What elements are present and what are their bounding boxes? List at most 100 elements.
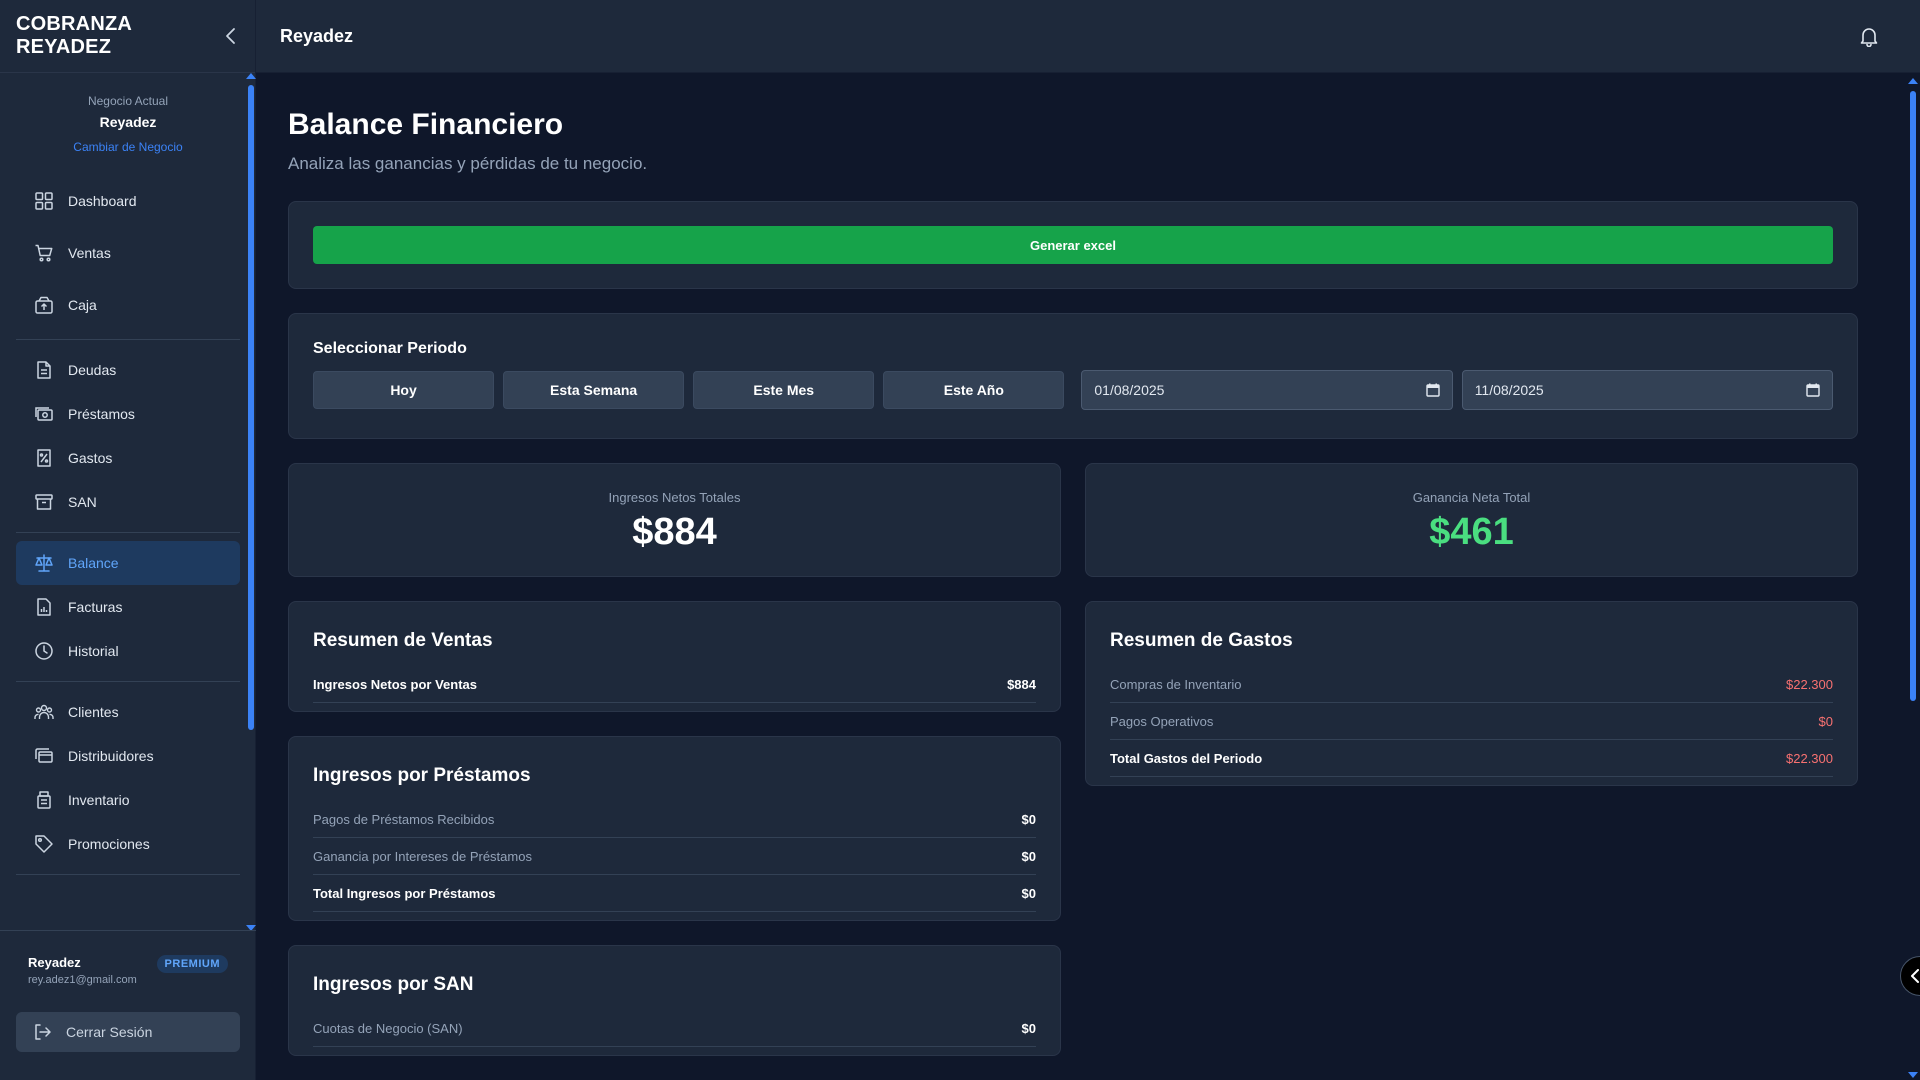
export-card: Generar excel [288, 201, 1858, 289]
sidebar-item-label: Inventario [68, 792, 130, 808]
sidebar-item-clientes[interactable]: Clientes [16, 690, 240, 734]
cards-icon [35, 748, 53, 763]
logout-icon [35, 1024, 51, 1040]
sidebar: COBRANZA REYADEZ Negocio Actual Reyadez … [0, 0, 256, 1080]
calendar-icon[interactable] [1806, 383, 1820, 397]
scale-icon [35, 554, 53, 572]
total-net-income-card: Ingresos Netos Totales $884 [288, 463, 1061, 577]
scroll-up-arrow-icon[interactable] [246, 73, 256, 79]
chevron-left-icon[interactable] [223, 27, 239, 45]
summary-row: Ganancia por Intereses de Préstamos $0 [313, 838, 1036, 875]
sidebar-item-deudas[interactable]: Deudas [16, 348, 240, 392]
clock-icon [35, 642, 53, 660]
sidebar-item-historial[interactable]: Historial [16, 629, 240, 673]
summary-row: Cuotas de Negocio (SAN) $0 [313, 1010, 1036, 1047]
sidebar-item-label: Préstamos [68, 406, 135, 422]
row-value: $0 [1021, 848, 1036, 864]
stat-value: $461 [1429, 511, 1514, 553]
sidebar-item-promociones[interactable]: Promociones [16, 822, 240, 866]
receipt-icon [37, 449, 51, 467]
main-scrollbar[interactable] [1906, 73, 1920, 1080]
sidebar-item-inventario[interactable]: Inventario [16, 778, 240, 822]
left-column: Ingresos Netos Totales $884 Resumen de V… [288, 463, 1061, 1056]
generate-excel-button[interactable]: Generar excel [313, 226, 1833, 264]
row-value: $0 [1818, 713, 1833, 729]
sidebar-item-label: Promociones [68, 836, 150, 852]
invoice-chart-icon [37, 598, 51, 616]
sidebar-item-dashboard[interactable]: Dashboard [16, 175, 240, 227]
sidebar-item-label: Historial [68, 643, 119, 659]
expenses-summary-card: Resumen de Gastos Compras de Inventario … [1085, 601, 1858, 786]
balance-grid: Ingresos Netos Totales $884 Resumen de V… [288, 463, 1858, 1056]
date-to-input[interactable]: 11/08/2025 [1461, 370, 1833, 410]
sidebar-scrollbar[interactable] [245, 73, 256, 931]
period-title: Seleccionar Periodo [313, 340, 467, 357]
sidebar-header: COBRANZA REYADEZ [0, 0, 255, 73]
summary-total-row: Total Gastos del Periodo $22.300 [1110, 740, 1833, 777]
grid-icon [35, 192, 53, 210]
sidebar-nav-finance: Deudas Préstamos Gastos SAN [0, 348, 256, 524]
sidebar-item-label: Balance [68, 555, 119, 571]
sidebar-footer: Reyadez rey.adez1@gmail.com PREMIUM Cerr… [0, 930, 256, 1080]
nav-divider [16, 681, 240, 682]
row-label: Pagos de Préstamos Recibidos [313, 811, 495, 827]
sidebar-item-prestamos[interactable]: Préstamos [16, 392, 240, 436]
sidebar-item-label: Dashboard [68, 193, 137, 209]
scrollbar-thumb[interactable] [248, 85, 254, 730]
sidebar-nav-reports: Balance Facturas Historial [0, 541, 256, 673]
nav-divider [16, 532, 240, 533]
brand-title: COBRANZA REYADEZ [16, 13, 132, 58]
calendar-icon[interactable] [1425, 383, 1440, 397]
change-business-link[interactable]: Cambiar de Negocio [73, 140, 182, 154]
san-income-card: Ingresos por SAN Cuotas de Negocio (SAN)… [288, 945, 1061, 1056]
sidebar-item-label: Ventas [68, 245, 111, 261]
scroll-down-arrow-icon[interactable] [1908, 1072, 1918, 1078]
sidebar-item-label: SAN [68, 494, 97, 510]
scroll-up-arrow-icon[interactable] [1908, 78, 1918, 84]
logout-label: Cerrar Sesión [66, 1024, 153, 1040]
date-to-value: 11/08/2025 [1474, 382, 1544, 398]
sidebar-item-label: Clientes [68, 704, 119, 720]
sidebar-item-gastos[interactable]: Gastos [16, 436, 240, 480]
stat-label: Ganancia Neta Total [1412, 490, 1531, 505]
period-this-week-button[interactable]: Esta Semana [503, 371, 685, 409]
summary-total-row: Total Ingresos por Préstamos $0 [313, 875, 1036, 912]
period-this-year-button[interactable]: Este Año [883, 371, 1065, 409]
bell-icon[interactable] [1858, 25, 1880, 47]
tag-icon [35, 835, 53, 853]
card-title: Resumen de Ventas [313, 630, 493, 651]
sidebar-item-balance[interactable]: Balance [16, 541, 240, 585]
sidebar-nav: Dashboard Ventas Caja [0, 175, 256, 331]
card-title: Resumen de Gastos [1110, 630, 1293, 651]
date-from-input[interactable]: 01/08/2025 [1081, 370, 1453, 410]
top-bar: Reyadez [256, 0, 1920, 73]
user-email: rey.adez1@gmail.com [28, 974, 137, 986]
sidebar-item-facturas[interactable]: Facturas [16, 585, 240, 629]
right-column: Ganancia Neta Total $461 Resumen de Gast… [1085, 463, 1858, 1056]
period-this-month-button[interactable]: Este Mes [693, 371, 875, 409]
sidebar-item-ventas[interactable]: Ventas [16, 227, 240, 279]
sidebar-item-san[interactable]: SAN [16, 480, 240, 524]
loans-income-card: Ingresos por Préstamos Pagos de Préstamo… [288, 736, 1061, 921]
document-icon [37, 361, 51, 379]
sidebar-item-distribuidores[interactable]: Distribuidores [16, 734, 240, 778]
logout-button[interactable]: Cerrar Sesión [16, 1012, 240, 1052]
row-value: $22.300 [1786, 676, 1833, 692]
scrollbar-thumb[interactable] [1910, 91, 1916, 701]
row-value: $0 [1021, 811, 1036, 827]
page-title: Balance Financiero [288, 108, 564, 141]
summary-row: Compras de Inventario $22.300 [1110, 666, 1833, 703]
card-title: Ingresos por SAN [313, 974, 474, 995]
users-icon [34, 704, 54, 719]
period-controls: Hoy Esta Semana Este Mes Este Año 01/08/… [313, 370, 1833, 410]
sidebar-item-caja[interactable]: Caja [16, 279, 240, 331]
user-name: Reyadez [28, 955, 81, 970]
row-value: $22.300 [1786, 750, 1833, 766]
chevron-left-icon [1911, 969, 1919, 983]
summary-row: Ingresos Netos por Ventas $884 [313, 666, 1036, 703]
money-icon [35, 407, 53, 421]
summary-row: Pagos Operativos $0 [1110, 703, 1833, 740]
period-today-button[interactable]: Hoy [313, 371, 495, 409]
row-value: $0 [1021, 1020, 1036, 1036]
sidebar-scroll-area: Negocio Actual Reyadez Cambiar de Negoci… [0, 73, 256, 921]
